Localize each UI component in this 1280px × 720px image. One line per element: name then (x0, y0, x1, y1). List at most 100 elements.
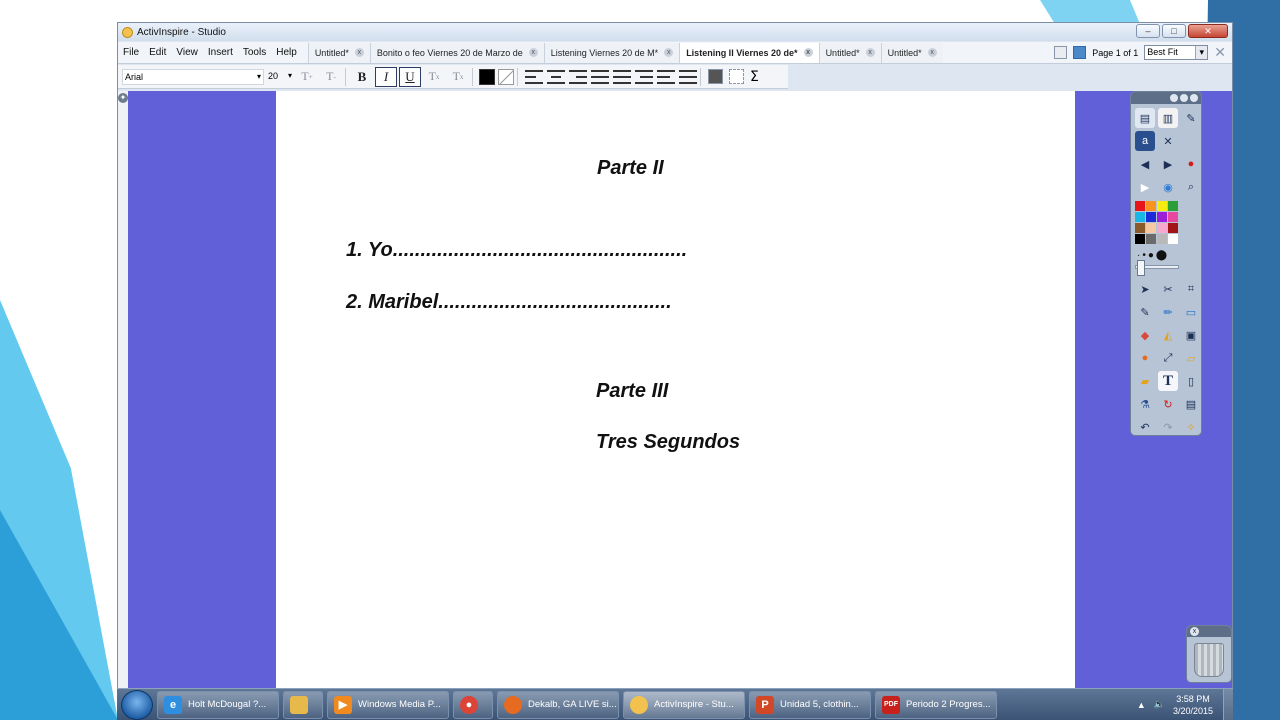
color-swatch[interactable] (1146, 201, 1156, 211)
color-swatch[interactable] (1135, 223, 1145, 233)
browser-icon[interactable]: ▤ (1135, 108, 1155, 128)
resource-library-icon[interactable]: ▥ (1158, 108, 1178, 128)
page-browser-icon[interactable] (1054, 46, 1068, 59)
toolbox-close-icon[interactable] (1190, 94, 1198, 102)
taskbar-item-media-player[interactable]: ▶ Windows Media P... (327, 690, 449, 719)
color-swatch[interactable] (1157, 223, 1167, 233)
bullet-list-icon[interactable] (679, 69, 697, 84)
snowflake-icon[interactable] (1073, 46, 1087, 59)
font-family-select[interactable]: Arial (122, 68, 264, 85)
bold-button[interactable]: B (351, 67, 373, 87)
color-swatch[interactable] (1146, 212, 1156, 222)
document-tab[interactable]: Untitled* x (818, 42, 881, 63)
previous-page-icon[interactable]: ◀ (1135, 154, 1155, 174)
volume-icon[interactable]: 🔈 (1154, 699, 1165, 710)
toolbox-pin-icon[interactable] (1180, 94, 1188, 102)
desktop-annotate-icon[interactable]: ✕ (1158, 131, 1178, 151)
subscript-icon[interactable]: Tx (447, 67, 469, 87)
text-color-swatch[interactable] (479, 68, 495, 85)
align-center-icon[interactable] (547, 69, 565, 84)
fill-icon[interactable]: ◭ (1158, 325, 1178, 345)
highlighter-icon[interactable]: ✏ (1158, 302, 1178, 322)
redo-icon[interactable]: ↷ (1158, 417, 1178, 437)
close-tab-icon[interactable]: x (803, 48, 813, 57)
font-size-select[interactable]: 20 (268, 69, 294, 85)
close-tab-icon[interactable]: x (354, 48, 364, 57)
close-tab-icon[interactable]: x (528, 48, 538, 57)
clock[interactable]: 3:58 PM 3/20/2015 (1173, 693, 1213, 717)
close-tab-icon[interactable]: x (927, 48, 937, 57)
color-swatch[interactable] (1146, 234, 1156, 244)
text-tool-icon[interactable]: T (1158, 371, 1178, 391)
outdent-icon[interactable] (657, 69, 675, 84)
color-swatch[interactable] (1168, 212, 1178, 222)
trash-close-icon[interactable]: x (1190, 627, 1199, 636)
document-tab-active[interactable]: Listening II Viernes 20 de* x (679, 42, 819, 63)
color-swatch[interactable] (1157, 234, 1167, 244)
taskbar-item-chrome[interactable]: ● (453, 690, 493, 719)
note-icon[interactable]: ▱ (1181, 348, 1201, 368)
underline-button[interactable]: U (399, 66, 421, 87)
color-swatch[interactable] (1168, 223, 1178, 233)
line-spacing-icon[interactable] (591, 69, 609, 84)
document-tab[interactable]: Bonito o feo Viernes 20 de Marzo de x (369, 42, 544, 63)
taskbar-item-pdf[interactable]: PDF Periodo 2 Progres... (875, 690, 997, 719)
show-desktop-button[interactable] (1223, 688, 1233, 720)
menu-view[interactable]: View (171, 47, 203, 58)
crop-icon[interactable]: ⌗ (1181, 279, 1201, 299)
equation-icon[interactable]: Σ (750, 69, 759, 85)
menu-help[interactable]: Help (271, 47, 302, 58)
close-tab-icon[interactable]: x (865, 48, 875, 57)
color-swatch[interactable] (1146, 223, 1156, 233)
decrease-font-icon[interactable]: T- (320, 67, 342, 87)
menu-file[interactable]: File (118, 47, 144, 58)
connector-icon[interactable]: ⤢ (1158, 348, 1178, 368)
color-swatch[interactable] (1157, 212, 1167, 222)
maximize-button[interactable]: □ (1162, 24, 1186, 38)
highlight-color-swatch[interactable] (498, 68, 514, 85)
menu-tools[interactable]: Tools (238, 47, 271, 58)
table-icon[interactable] (708, 69, 723, 84)
taskbar-item-powerpoint[interactable]: P Unidad 5, clothin... (749, 690, 871, 719)
undo-icon[interactable]: ↶ (1135, 417, 1155, 437)
design-mode-icon[interactable]: ✎ (1181, 108, 1201, 128)
superscript-icon[interactable]: Tx (423, 67, 445, 87)
play-icon[interactable]: ▶ (1135, 177, 1155, 197)
italic-button[interactable]: I (375, 66, 397, 87)
align-left-icon[interactable] (525, 69, 543, 84)
tray-expand-icon[interactable]: ▲ (1137, 700, 1146, 710)
trash-bin[interactable]: x (1186, 625, 1232, 683)
eraser-clear-icon[interactable]: ▭ (1181, 302, 1201, 322)
color-swatch[interactable] (1135, 234, 1145, 244)
shape-icon[interactable]: ● (1135, 348, 1155, 368)
globe-icon[interactable]: ◉ (1158, 177, 1178, 197)
menu-edit[interactable]: Edit (144, 47, 171, 58)
magnifier-icon[interactable]: ⌕ (1181, 177, 1201, 197)
color-swatch[interactable] (1168, 201, 1178, 211)
clipboard-icon[interactable]: ▯ (1181, 371, 1201, 391)
taskbar-item-ie[interactable]: e Holt McDougal ?... (157, 690, 279, 719)
folder-open-icon[interactable]: ▰ (1135, 371, 1155, 391)
indent-icon[interactable] (635, 69, 653, 84)
next-page-icon[interactable]: ▶ (1158, 154, 1178, 174)
menu-insert[interactable]: Insert (203, 47, 238, 58)
toolbox-menu-icon[interactable] (1170, 94, 1178, 102)
eraser-icon[interactable]: ◆ (1135, 325, 1155, 345)
pen-width-dots[interactable]: ·•●⬤ (1137, 250, 1201, 261)
gear-icon[interactable]: ✦ (118, 93, 128, 103)
close-tab-icon[interactable]: x (664, 48, 674, 57)
pen-icon[interactable]: ✎ (1135, 302, 1155, 322)
color-swatch[interactable] (1135, 212, 1145, 222)
reset-page-icon[interactable]: ↻ (1158, 394, 1178, 414)
taskbar-item-explorer[interactable] (283, 690, 323, 719)
label-icon[interactable]: ✧ (1181, 417, 1201, 437)
document-tab[interactable]: Untitled* x (880, 42, 943, 63)
color-swatch[interactable] (1135, 201, 1145, 211)
select-all-icon[interactable] (729, 69, 744, 84)
save-as-icon[interactable]: ▤ (1181, 394, 1201, 414)
close-document-icon[interactable]: ✕ (1214, 44, 1226, 61)
select-arrow-icon[interactable]: ➤ (1135, 279, 1155, 299)
flask-icon[interactable]: ⚗ (1135, 394, 1155, 414)
handwriting-icon[interactable]: a (1135, 131, 1155, 151)
color-swatch[interactable] (1157, 201, 1167, 211)
